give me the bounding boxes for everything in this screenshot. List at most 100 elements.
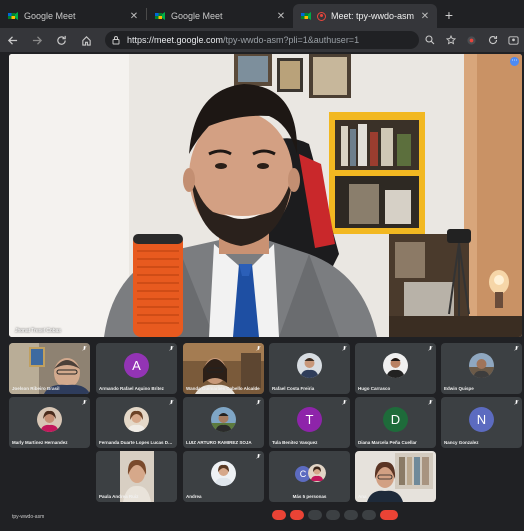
close-icon[interactable]: ✕ [128, 11, 140, 22]
control-buttons [272, 510, 398, 520]
address-bar[interactable]: https://meet.google.com/tpy-wwdo-asm?pli… [104, 31, 420, 49]
participant-tile[interactable]: Andrea [183, 451, 264, 502]
star-icon [445, 35, 456, 45]
participant-name: Rafael Costa Freiria [272, 386, 315, 391]
tab-title: Google Meet [24, 11, 76, 21]
participant-photo [211, 407, 236, 432]
mic-muted-icon [169, 346, 174, 351]
participant-avatar: T [297, 407, 322, 432]
new-tab-button[interactable]: + [437, 4, 461, 28]
end-call-button[interactable] [380, 510, 398, 520]
speaker-name-label: Jhonat Tresel Cobas [15, 328, 61, 334]
browser-toolbar: https://meet.google.com/tpy-wwdo-asm?pli… [0, 28, 524, 52]
participant-tile[interactable]: LUIZ ARTURO RAMIREZ SOJA [183, 397, 264, 448]
meet-favicon-icon [155, 12, 165, 20]
participant-avatar: N [469, 407, 494, 432]
participant-tile[interactable]: T Tula Benitez Vasquez [269, 397, 350, 448]
refresh-extension-button[interactable] [482, 28, 503, 52]
mic-muted-icon [514, 400, 519, 405]
participant-tile[interactable]: Edwin Quispe [441, 343, 522, 394]
participant-name: Joelson Ribeiro Brasil [12, 386, 60, 391]
forward-arrow-icon [32, 35, 42, 45]
camera-toggle-button[interactable] [290, 510, 304, 520]
meeting-controls-bar: tpy-wwdo-asm [0, 506, 524, 531]
mic-muted-icon [169, 400, 174, 405]
participant-photo [124, 407, 149, 432]
participant-name: Paula Andrea Ruiz [99, 494, 139, 499]
bookmark-button[interactable] [440, 28, 461, 52]
captions-button[interactable] [308, 510, 322, 520]
participant-avatar: D [383, 407, 408, 432]
participant-name: Fernanda Duarte Lopes Lucas Da Si... [99, 440, 174, 445]
participant-photo [469, 353, 494, 378]
meet-favicon-icon [8, 12, 18, 20]
more-options-icon[interactable]: ⋯ [510, 57, 519, 66]
mic-muted-icon [428, 400, 433, 405]
more-participants-tile[interactable]: C Más 5 personas [269, 451, 350, 502]
participant-tile[interactable]: D Diana Marcela Peña Cuellar [355, 397, 436, 448]
participant-name: Edwin Quispe [444, 386, 474, 391]
profile-icon [508, 35, 519, 45]
participant-avatar: A [124, 353, 149, 378]
reload-button[interactable] [49, 28, 74, 52]
mic-muted-icon [82, 346, 87, 351]
url-host: https://meet.google.com [126, 35, 223, 45]
participant-photo [37, 407, 62, 432]
participant-tile[interactable]: Hugo Carrasco [355, 343, 436, 394]
extension-icon [467, 35, 476, 45]
mic-muted-icon [256, 400, 261, 405]
more-participants-avatars: C [291, 462, 331, 484]
participant-tile[interactable]: Marly Martinez Hernandez [9, 397, 90, 448]
participant-tile[interactable]: Wanda Guimarães Cabello Alcalde [183, 343, 264, 394]
extension-button[interactable] [461, 28, 482, 52]
zoom-button[interactable] [419, 28, 440, 52]
back-button[interactable] [0, 28, 25, 52]
recording-indicator-icon [317, 11, 326, 21]
mic-muted-icon [342, 400, 347, 405]
zoom-icon [425, 35, 435, 45]
participant-tile[interactable]: Paula Andrea Ruiz [96, 451, 177, 502]
more-options-button[interactable] [362, 510, 376, 520]
participant-tile[interactable]: N Nancy Gonzalez [441, 397, 522, 448]
participant-tile[interactable]: A Armando Rafael Aquino Britez [96, 343, 177, 394]
participant-name: Marly Martinez Hernandez [12, 440, 68, 445]
mic-muted-icon [82, 400, 87, 405]
speaker-video-frame [9, 54, 522, 337]
browser-tab-2[interactable]: Google Meet ✕ [147, 4, 293, 28]
participant-name: Andrea [186, 494, 202, 499]
browser-tab-strip: Google Meet ✕ Google Meet ✕ Meet: tpy-ww… [0, 0, 524, 28]
participant-tile[interactable]: Rafael Costa Freiria [269, 343, 350, 394]
mic-toggle-button[interactable] [272, 510, 286, 520]
raise-hand-button[interactable] [326, 510, 340, 520]
mic-muted-icon [428, 346, 433, 351]
participant-name: Wanda Guimarães Cabello Alcalde [186, 386, 260, 391]
participant-name: Diana Marcela Peña Cuellar [358, 440, 417, 445]
forward-button[interactable] [25, 28, 50, 52]
participant-name: LUIZ ARTURO RAMIREZ SOJA [186, 440, 252, 445]
participant-tile[interactable]: Ana [355, 451, 436, 502]
present-button[interactable] [344, 510, 358, 520]
profile-button[interactable] [503, 28, 524, 52]
participant-photo [383, 353, 408, 378]
participant-photo [211, 461, 236, 486]
participant-name: Nancy Gonzalez [444, 440, 479, 445]
participant-photo [297, 353, 322, 378]
tab-title: Meet: tpy-wwdo-asm [331, 11, 415, 21]
more-participants-label: Más 5 personas [292, 494, 327, 499]
meet-page: Jhonat Tresel Cobas ⋯ Joelson Ribeiro Br… [0, 52, 524, 531]
home-icon [82, 35, 91, 46]
participant-tile[interactable]: Fernanda Duarte Lopes Lucas Da Si... [96, 397, 177, 448]
participant-name: Tula Benitez Vasquez [272, 440, 318, 445]
mic-muted-icon [256, 454, 261, 459]
browser-tab-1[interactable]: Google Meet ✕ [0, 4, 146, 28]
active-speaker-video[interactable]: Jhonat Tresel Cobas ⋯ [9, 54, 522, 337]
lock-icon [112, 36, 120, 45]
mic-muted-icon [256, 346, 261, 351]
close-icon[interactable]: ✕ [419, 11, 431, 22]
sync-icon [488, 36, 497, 45]
close-icon[interactable]: ✕ [275, 11, 287, 22]
participant-name: Armando Rafael Aquino Britez [99, 386, 164, 391]
participant-tile[interactable]: Joelson Ribeiro Brasil [9, 343, 90, 394]
home-button[interactable] [74, 28, 99, 52]
browser-tab-3-active[interactable]: Meet: tpy-wwdo-asm ✕ [293, 4, 437, 28]
